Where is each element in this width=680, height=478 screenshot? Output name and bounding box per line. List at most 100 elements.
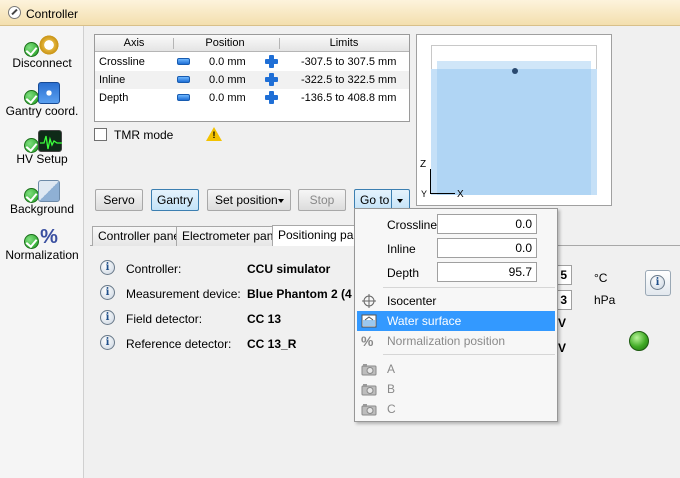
menu-item-normalization-position[interactable]: % Normalization position (357, 331, 555, 351)
y-axis-label: Y (421, 189, 428, 199)
depth-input[interactable]: 95.7 (437, 262, 537, 282)
normalization-button[interactable]: % Normalization (0, 222, 84, 268)
table-row[interactable]: Crossline 0.0 mm -307.5 to 307.5 mm (95, 53, 409, 71)
normalization-position-label: Normalization position (387, 334, 506, 348)
header-axis: Axis (123, 37, 145, 49)
controller-value: CCU simulator (247, 262, 331, 276)
pressure-unit: hPa (594, 293, 616, 307)
isocenter-icon (361, 294, 377, 308)
menu-separator (383, 354, 555, 355)
limits-cell: -322.5 to 322.5 mm (301, 74, 397, 86)
camera-position-icon (361, 402, 377, 416)
hv-setup-label: HV Setup (16, 152, 68, 166)
background-button[interactable]: Background (0, 176, 84, 222)
menu-crossline-label: Crossline (387, 218, 438, 232)
field-detector-value: CC 13 (247, 312, 282, 326)
inline-input[interactable]: 0.0 (437, 238, 537, 258)
coordinate-icon (38, 82, 60, 104)
normalization-label: Normalization (5, 248, 79, 262)
info-button[interactable]: i (645, 270, 671, 296)
position-cell: 0.0 mm (209, 92, 246, 104)
axis-cell: Crossline (99, 56, 145, 68)
header-position: Position (205, 37, 245, 49)
set-position-dropdown[interactable]: Set position (207, 189, 291, 211)
axis-table: Axis Position Limits Crossline 0.0 mm -3… (94, 34, 410, 122)
menu-item-water-surface[interactable]: Water surface (357, 311, 555, 331)
go-to-label: Go to (360, 193, 390, 207)
percent-icon: % (40, 226, 58, 248)
reference-detector-label: Reference detector: (126, 337, 232, 351)
water-surface-icon (361, 314, 377, 328)
gantry-coord-label: Gantry coord. (5, 104, 79, 118)
z-axis-label: Z (420, 159, 427, 170)
info-icon: i (100, 335, 115, 350)
camera-position-icon (361, 362, 377, 376)
check-icon (24, 42, 39, 57)
hv-setup-button[interactable]: HV Setup (0, 126, 84, 172)
field-detector-label: Field detector: (126, 312, 203, 326)
check-icon (24, 138, 39, 153)
menu-item-isocenter[interactable]: Isocenter (357, 291, 555, 311)
set-position-label: Set position (215, 193, 278, 207)
disconnect-label: Disconnect (12, 56, 72, 70)
tmr-mode-checkbox[interactable] (94, 128, 107, 141)
limits-cell: -136.5 to 408.8 mm (301, 92, 397, 104)
increment-icon[interactable] (265, 55, 278, 68)
increment-icon[interactable] (265, 73, 278, 86)
stop-button[interactable]: Stop (298, 189, 346, 211)
increment-icon[interactable] (265, 91, 278, 104)
menu-separator (383, 287, 555, 288)
x-axis-label: X (457, 189, 464, 200)
window-title: Controller (26, 7, 79, 21)
background-label: Background (9, 202, 75, 216)
gantry-coord-button[interactable]: Gantry coord. (0, 78, 84, 124)
menu-item-position-b[interactable]: B (357, 379, 555, 399)
controller-window-icon (8, 6, 21, 19)
tank-view: Z Y X (416, 34, 612, 206)
measurement-device-label: Measurement device: (126, 287, 241, 301)
controller-label: Controller: (126, 262, 182, 276)
chevron-down-icon (397, 199, 403, 203)
camera-position-icon (361, 382, 377, 396)
measurement-device-value: Blue Phantom 2 (4 (247, 287, 352, 301)
info-icon: i (100, 285, 115, 300)
left-toolbar: Disconnect Gantry coord. HV Setup Backgr… (0, 26, 84, 478)
reference-detector-value: CC 13_R (247, 337, 297, 351)
table-row[interactable]: Depth 0.0 mm -136.5 to 408.8 mm (95, 89, 409, 107)
voltage-unit-1: V (558, 316, 567, 330)
tab-positioning-panel[interactable]: Positioning panel (272, 225, 358, 246)
water-surface-label: Water surface (387, 314, 462, 328)
warning-mark: ! (212, 130, 216, 140)
gantry-button[interactable]: Gantry (151, 189, 199, 211)
detector-position-marker (512, 68, 518, 74)
go-to-arrow-button[interactable] (391, 190, 409, 210)
table-row[interactable]: Inline 0.0 mm -322.5 to 322.5 mm (95, 71, 409, 89)
title-bar: Controller (0, 0, 680, 26)
decrement-icon[interactable] (177, 58, 190, 65)
waveform-icon (38, 130, 62, 152)
position-c-label: C (387, 402, 396, 416)
tab-controller-panel[interactable]: Controller panel (92, 226, 189, 246)
menu-depth-label: Depth (387, 266, 420, 280)
chevron-down-icon (278, 199, 284, 203)
status-led (629, 331, 649, 351)
servo-button[interactable]: Servo (95, 189, 143, 211)
isocenter-label: Isocenter (387, 294, 437, 308)
water-surface (437, 61, 591, 195)
disconnect-button[interactable]: Disconnect (0, 30, 84, 76)
decrement-icon[interactable] (177, 94, 190, 101)
crossline-input[interactable]: 0.0 (437, 214, 537, 234)
tmr-mode-label: TMR mode (114, 128, 174, 142)
menu-item-position-c[interactable]: C (357, 399, 555, 419)
go-to-menu: Crossline 0.0 Inline 0.0 Depth 95.7 Isoc… (354, 208, 558, 422)
limits-cell: -307.5 to 307.5 mm (301, 56, 397, 68)
table-header: Axis Position Limits (95, 35, 409, 52)
position-cell: 0.0 mm (209, 74, 246, 86)
voltage-unit-2: V (558, 341, 567, 355)
menu-item-position-a[interactable]: A (357, 359, 555, 379)
decrement-icon[interactable] (177, 76, 190, 83)
axis-cell: Inline (99, 74, 126, 86)
cube-icon (38, 180, 60, 202)
axis-cell: Depth (99, 92, 129, 104)
position-b-label: B (387, 382, 396, 396)
